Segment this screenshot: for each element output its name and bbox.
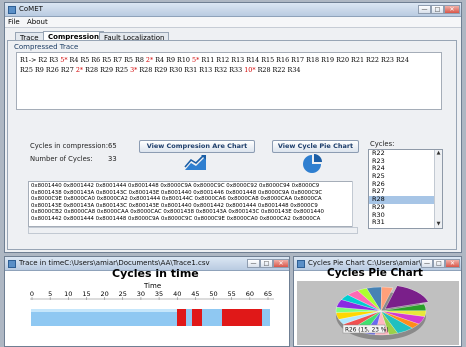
address-line: 0x800143E 0x800143A 0x800143C 0x800143E …: [31, 202, 318, 209]
number-of-cycles-label: Number of Cycles:: [30, 155, 93, 163]
time-tick-label: 5: [48, 290, 52, 298]
address-list-horizontal-scrollbar[interactable]: [28, 227, 358, 234]
time-tick-label: 45: [191, 290, 199, 298]
scroll-up-icon[interactable]: ▲: [435, 150, 442, 157]
repeat-count: 5*: [60, 56, 68, 64]
minimize-icon[interactable]: —: [247, 259, 260, 268]
address-line: 0x8000C9E 0x8000CA0 0x8000CA2 0x8001444 …: [31, 196, 322, 203]
menu-bar: File About: [5, 17, 461, 28]
cycles-list[interactable]: R22 R23 R24 R25 R26 R27 R28 R29 R30 R31 ▲ ▼: [368, 149, 443, 229]
cycles-label: Cycles:: [370, 140, 395, 148]
time-tick-label: 60: [246, 290, 254, 298]
trace-window-title: Trace in timeC:\Users\amiar\Documents\AA…: [19, 259, 210, 267]
main-title-bar[interactable]: CoMET — □ ✕: [5, 3, 461, 17]
java-icon: [8, 260, 16, 268]
trace-segment: R1-> R2 R3: [20, 56, 61, 64]
time-tick-label: 20: [100, 290, 108, 298]
line-chart-icon: [184, 155, 206, 170]
trace-segment: R4 R5 R6 R5 R7 R5 R8: [67, 56, 146, 64]
close-icon[interactable]: ✕: [445, 259, 460, 268]
cycles-pie-chart: R26 (15, 23 %): [297, 281, 459, 345]
trace-segment: R28 R22 R34: [255, 66, 301, 74]
pie-tooltip: R26 (15, 23 %): [345, 328, 389, 334]
cycle-bar-blue: [186, 309, 192, 326]
cycles-in-compression-label: Cycles in compression:: [30, 142, 109, 150]
time-tick-label: 15: [82, 290, 90, 298]
time-tick-label: 55: [228, 290, 236, 298]
maximize-icon[interactable]: □: [433, 259, 445, 268]
time-tick-label: 0: [30, 290, 34, 298]
compressed-trace-label: Compressed Trace: [14, 43, 79, 51]
cycles-in-compression-value: 65: [108, 142, 117, 150]
time-tick-label: 25: [119, 290, 127, 298]
cycle-list-item[interactable]: R31: [369, 218, 442, 227]
cycle-bar-red: [192, 309, 202, 326]
trace-segment: R4 R9 R10: [153, 56, 193, 64]
close-icon[interactable]: ✕: [273, 259, 289, 268]
minimize-icon[interactable]: —: [418, 5, 431, 14]
menu-file[interactable]: File: [8, 18, 20, 26]
main-window-title: CoMET: [19, 5, 43, 13]
cycle-bar-red: [222, 309, 262, 326]
cycles-in-time-chart: 0 5 10 15 20 25 30 35 40 45 50 55 60 65: [30, 290, 274, 343]
pie-window-title: Cycles Pie Chart C:\Users\amiar\...: [308, 259, 428, 267]
time-tick-label: 10: [64, 290, 72, 298]
scroll-down-icon[interactable]: ▼: [435, 221, 442, 228]
maximize-icon[interactable]: □: [260, 259, 273, 268]
address-list-vertical-scrollbar[interactable]: [352, 181, 358, 227]
trace-segment: R28 R29 R30 R31 R13 R32 R33: [137, 66, 245, 74]
app-icon: [8, 6, 16, 14]
menu-about[interactable]: About: [27, 18, 48, 26]
close-icon[interactable]: ✕: [444, 5, 460, 14]
time-tick-label: 30: [137, 290, 145, 298]
time-tick-label: 50: [209, 290, 217, 298]
cycles-pie-chart-title: Cycles Pie Chart: [327, 267, 423, 279]
view-cycle-pie-chart-button[interactable]: View Cycle Pie Chart: [272, 140, 359, 153]
maximize-icon[interactable]: □: [431, 5, 444, 14]
java-icon: [297, 260, 305, 268]
repeat-count: 10*: [244, 66, 256, 74]
address-line: 0x8001440 0x8001442 0x8001444 0x8001448 …: [31, 183, 320, 189]
pie-chart-icon: [303, 154, 322, 173]
view-compression-chart-button[interactable]: View Compresion Are Chart: [139, 140, 255, 153]
cycles-list-scrollbar[interactable]: ▲ ▼: [434, 150, 442, 228]
cycle-bar-red: [177, 309, 186, 326]
address-line: 0x8000CB2 0x8000CA8 0x8000CAA 0x8000CAC …: [31, 209, 324, 216]
time-tick-label: 35: [155, 290, 163, 298]
address-line: 0x8001442 0x8001444 0x8001448 0x8000C9A …: [31, 215, 321, 222]
time-tick-label: 65: [264, 290, 272, 298]
cycle-address-list[interactable]: 0x8001440 0x8001442 0x8001444 0x8001448 …: [28, 181, 358, 227]
address-line: 0x8001438 0x800143A 0x800143C 0x800143E …: [31, 189, 323, 196]
trace-segment: R28 R29 R25: [83, 66, 131, 74]
number-of-cycles-value: 33: [108, 155, 117, 163]
cycles-in-time-title: Cycles in time: [112, 267, 199, 280]
cycle-bar-blue: [262, 309, 270, 326]
cycle-bar-blue: [202, 309, 222, 326]
compressed-trace-text[interactable]: R1-> R2 R3 5* R4 R5 R6 R5 R7 R5 R8 2* R4…: [16, 52, 442, 110]
time-tick-label: 40: [173, 290, 181, 298]
